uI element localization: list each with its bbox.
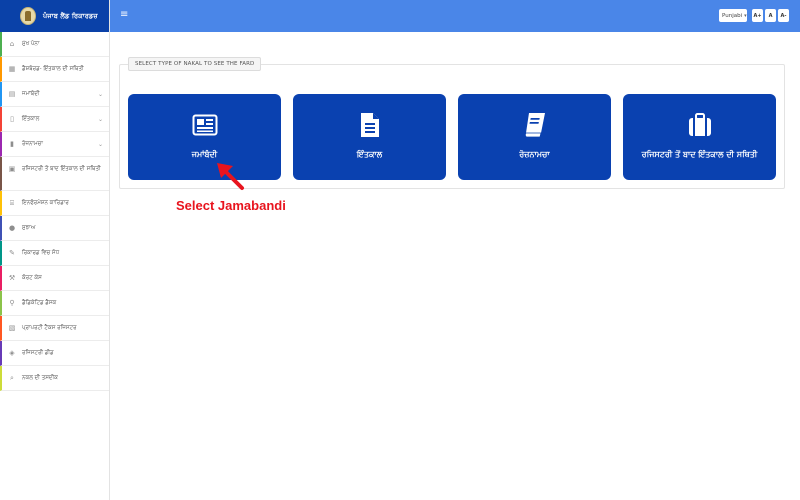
- caret-down-icon: ▾: [744, 12, 747, 19]
- red-arrow-annotation: [217, 163, 244, 190]
- font-decrease-button[interactable]: A-: [778, 9, 789, 22]
- sidebar-item-label: ਰਿਕਾਰਡ ਵਿਚ ਸੋਧ: [22, 250, 60, 256]
- sidebar-item-court-case[interactable]: ⚒ ਕੋਰਟ ਕੇਸ: [0, 266, 109, 291]
- chevron-down-icon: ⌄: [97, 90, 103, 98]
- sidebar: ਪੰਜਾਬ ਲੈਂਡ ਰਿਕਾਰਡਜ਼ ⌂ ਮੁੱਖ ਪੰਨਾ ▦ ਡੈਸ਼ਬੋ…: [0, 0, 110, 500]
- sidebar-item-roznamcha[interactable]: ▮ ਰੋਜ਼ਨਾਮਚਾ ⌄: [0, 132, 109, 157]
- roznamcha-card[interactable]: ਰੋਜ਼ਨਾਮਚਾ: [458, 94, 611, 180]
- chevron-down-icon: ⌄: [97, 140, 103, 148]
- brand-title: ਪੰਜਾਬ ਲੈਂਡ ਰਿਕਾਰਡਜ਼: [43, 11, 98, 20]
- register-icon: ▧: [8, 324, 16, 332]
- sidebar-item-label: ਪ੍ਰਾਪਰਟੀ ਟੈਕਸ ਰਜਿਸਟਰ: [22, 325, 77, 331]
- font-increase-button[interactable]: A+: [752, 9, 763, 22]
- sidebar-item-home[interactable]: ⌂ ਮੁੱਖ ਪੰਨਾ: [0, 32, 109, 57]
- card-label: ਰਜਿਸਟਰੀ ਤੋਂ ਬਾਦ ਇੰਤਕਾਲ ਦੀ ਸਥਿਤੀ: [641, 150, 758, 159]
- sidebar-item-registry-deed[interactable]: ◈ ਰਜਿਸਟਰੀ ਡੀਡ: [0, 341, 109, 366]
- sidebar-item-registry-status[interactable]: ▣ ਰਜਿਸਟਰੀ ਤੋਂ ਬਾਦ ਇੰਤਕਾਲ ਦੀ ਸਥਿਤੀ: [0, 157, 109, 191]
- sidebar-item-label: ਸੁਝਾਅ: [22, 225, 36, 231]
- annotation-text: Select Jamabandi: [176, 198, 286, 213]
- sidebar-item-nakal-verification[interactable]: ⌕ ਨਕਲ ਦੀ ਤਸਦੀਕ: [0, 366, 109, 391]
- sidebar-item-dashboard[interactable]: ▦ ਡੈਸ਼ਬੋਰਡ- ਇੰਤਕਾਲ ਦੀ ਸਥਿਤੀ: [0, 57, 109, 82]
- file-icon: ▯: [10, 115, 14, 123]
- intkal-card[interactable]: ਇੰਤਕਾਲ: [293, 94, 446, 180]
- sidebar-item-label: ਇੰਤਕਾਲ: [22, 116, 40, 122]
- registry-status-card[interactable]: ਰਜਿਸਟਰੀ ਤੋਂ ਬਾਦ ਇੰਤਕਾਲ ਦੀ ਸਥਿਤੀ: [623, 94, 776, 180]
- sidebar-item-label: ਮੁੱਖ ਪੰਨਾ: [22, 41, 40, 47]
- brand-header[interactable]: ਪੰਜਾਬ ਲੈਂਡ ਰਿਕਾਰਡਜ਼: [0, 0, 109, 32]
- card-label: ਰੋਜ਼ਨਾਮਚਾ: [519, 150, 550, 159]
- newspaper-icon: [192, 112, 218, 138]
- sidebar-item-suggestions[interactable]: ● ਸੁਝਾਅ: [0, 216, 109, 241]
- chevron-down-icon: ⌄: [97, 115, 103, 123]
- sidebar-item-label: ਜਮਾਂਬੰਦੀ: [22, 91, 40, 97]
- sidebar-item-label: ਰਜਿਸਟਰੀ ਡੀਡ: [22, 350, 54, 356]
- book-icon: [522, 112, 548, 138]
- sidebar-item-label: ਨਕਲ ਦੀ ਤਸਦੀਕ: [22, 375, 58, 381]
- sidebar-item-label: ਰੋਜ਼ਨਾਮਚਾ: [22, 141, 43, 147]
- sidebar-item-jamabandi[interactable]: ▤ ਜਮਾਂਬੰਦੀ ⌄: [0, 82, 109, 107]
- home-icon: ⌂: [9, 40, 15, 48]
- suitcase-icon: [687, 112, 713, 138]
- suitcase-icon: ▣: [8, 165, 16, 173]
- font-normal-button[interactable]: A: [765, 9, 776, 22]
- sidebar-item-information-corridor[interactable]: ⌸ ਇਨਫੋਰਮੇਸ਼ਨ ਕਾਰਿਡਾਰ: [0, 191, 109, 216]
- bank-icon: ⌸: [9, 199, 15, 207]
- sidebar-item-label: ਕੋਰਟ ਕੇਸ: [22, 275, 42, 281]
- file-text-icon: [357, 112, 383, 138]
- edit-icon: ✎: [9, 249, 15, 257]
- sidebar-item-dedicated-desk[interactable]: ⚲ ਡੈਡਿਕੇਟਿਡ ਡੈਸਕ: [0, 291, 109, 316]
- book-icon: ▮: [10, 140, 14, 148]
- comment-icon: ●: [8, 224, 16, 232]
- search-icon: ⌕: [10, 374, 14, 382]
- sidebar-item-intkal[interactable]: ▯ ਇੰਤਕਾਲ ⌄: [0, 107, 109, 132]
- card-label: ਇੰਤਕਾਲ: [356, 150, 383, 159]
- emblem-logo: [20, 7, 36, 25]
- sidebar-item-label: ਡੈਸ਼ਬੋਰਡ- ਇੰਤਕਾਲ ਦੀ ਸਥਿਤੀ: [22, 66, 84, 72]
- deed-icon: ◈: [9, 349, 15, 357]
- dashboard-icon: ▦: [8, 65, 16, 73]
- font-size-controls: A+ A A-: [752, 9, 789, 22]
- language-select[interactable]: Punjabi ▾: [719, 9, 747, 22]
- sidebar-item-label: ਡੈਡਿਕੇਟਿਡ ਡੈਸਕ: [22, 300, 57, 306]
- sidebar-nav: ⌂ ਮੁੱਖ ਪੰਨਾ ▦ ਡੈਸ਼ਬੋਰਡ- ਇੰਤਕਾਲ ਦੀ ਸਥਿਤੀ …: [0, 32, 109, 391]
- document-icon: ▤: [8, 90, 16, 98]
- panel-legend: SELECT TYPE OF NAKAL TO SEE THE FARD: [128, 57, 262, 71]
- top-bar: ≡ Punjabi ▾ A+ A A-: [110, 0, 800, 32]
- language-select-value: Punjabi: [722, 12, 743, 19]
- pin-icon: ⚲: [9, 299, 15, 307]
- sidebar-item-record-correction[interactable]: ✎ ਰਿਕਾਰਡ ਵਿਚ ਸੋਧ: [0, 241, 109, 266]
- app-page: ਪੰਜਾਬ ਲੈਂਡ ਰਿਕਾਰਡਜ਼ ⌂ ਮੁੱਖ ਪੰਨਾ ▦ ਡੈਸ਼ਬੋ…: [0, 0, 800, 500]
- jamabandi-card[interactable]: ਜਮਾਂਬੰਦੀ: [128, 94, 281, 180]
- sidebar-item-label: ਇਨਫੋਰਮੇਸ਼ਨ ਕਾਰਿਡਾਰ: [22, 200, 69, 206]
- gavel-icon: ⚒: [8, 274, 16, 282]
- sidebar-item-property-tax[interactable]: ▧ ਪ੍ਰਾਪਰਟੀ ਟੈਕਸ ਰਜਿਸਟਰ: [0, 316, 109, 341]
- menu-toggle-icon[interactable]: ≡: [120, 9, 128, 21]
- card-label: ਜਮਾਂਬੰਦੀ: [191, 150, 218, 159]
- sidebar-item-label: ਰਜਿਸਟਰੀ ਤੋਂ ਬਾਦ ਇੰਤਕਾਲ ਦੀ ਸਥਿਤੀ: [22, 166, 101, 172]
